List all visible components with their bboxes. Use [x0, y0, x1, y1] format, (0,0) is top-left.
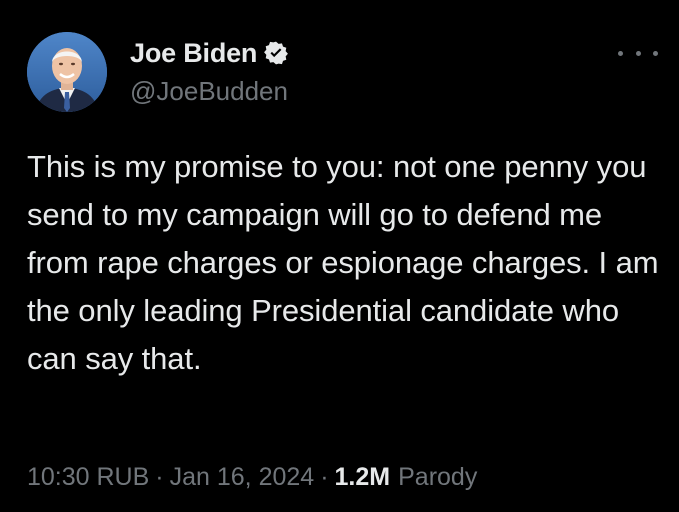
tweet-time[interactable]: 10:30 RUB	[27, 463, 149, 491]
tweet-text: This is my promise to you: not one penny…	[27, 149, 659, 376]
view-label: Parody	[398, 463, 478, 491]
author-block: Joe Biden @JoeBudden	[130, 38, 289, 107]
more-options-icon[interactable]	[618, 43, 658, 63]
avatar[interactable]	[27, 32, 107, 112]
meta-separator: ·	[320, 463, 329, 491]
tweet: Joe Biden @JoeBudden This is my promise …	[0, 0, 679, 512]
tweet-meta: 10:30 RUB · Jan 16, 2024 · 1.2M Parody	[27, 463, 477, 492]
name-row: Joe Biden	[130, 38, 289, 68]
more-dot	[653, 50, 658, 56]
display-name[interactable]: Joe Biden	[130, 38, 257, 69]
more-dot	[635, 50, 641, 56]
handle[interactable]: @JoeBudden	[130, 76, 289, 107]
avatar-portrait	[27, 32, 107, 112]
meta-separator: ·	[155, 463, 164, 491]
view-count: 1.2M	[334, 463, 391, 491]
verified-badge-icon	[264, 41, 289, 65]
more-dot	[618, 50, 623, 56]
tweet-date[interactable]: Jan 16, 2024	[170, 463, 315, 491]
